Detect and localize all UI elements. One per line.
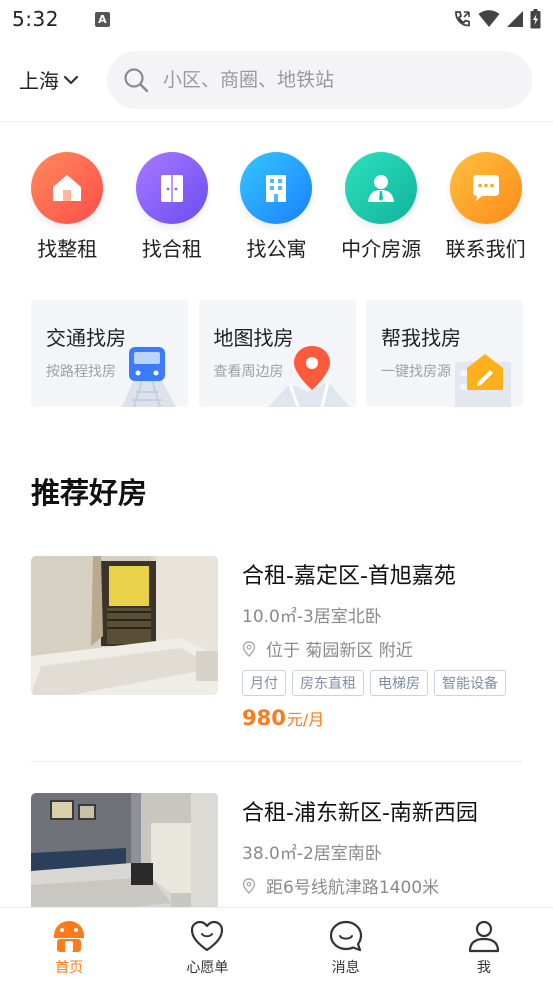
- search-bar[interactable]: [107, 50, 532, 109]
- status-bar: 5:32 A: [0, 0, 553, 38]
- location-pin-icon: [242, 640, 256, 657]
- section-title: 推荐好房: [31, 476, 148, 510]
- listing-spec: 10.0㎡-3居室北卧: [242, 607, 382, 627]
- door-icon: [135, 152, 208, 224]
- nav-label: 消息: [331, 960, 360, 976]
- nav-messages[interactable]: 消息: [277, 908, 415, 984]
- listing-tag: 月付: [242, 670, 286, 696]
- bottom-nav: 首页 心愿单 消息 我: [0, 907, 553, 984]
- category-apartment[interactable]: 找公寓: [224, 152, 329, 262]
- find-by-map-card[interactable]: 地图找房 查看周边房: [198, 300, 356, 407]
- signal-icon: [507, 11, 523, 27]
- message-icon: [329, 920, 362, 952]
- find-by-transit-card[interactable]: 交通找房 按路程找房: [31, 300, 188, 407]
- app-notification-icon: A: [94, 11, 110, 27]
- map-pin-icon: [267, 346, 350, 407]
- listing-tag: 电梯房: [370, 670, 428, 696]
- find-cards: 交通找房 按路程找房 地图找房 查看周边房 帮我找房 一键找房源: [31, 300, 523, 407]
- agent-icon: [345, 152, 418, 224]
- train-icon: [122, 347, 176, 407]
- listing-title: 合租-浦东新区-南新西园: [242, 801, 478, 826]
- help-me-find-card[interactable]: 帮我找房 一键找房源: [366, 300, 523, 407]
- city-label: 上海: [19, 69, 59, 93]
- nav-wishlist[interactable]: 心愿单: [138, 908, 276, 984]
- building-icon: [240, 152, 313, 224]
- call-forward-icon: [455, 11, 470, 27]
- listing-location-text: 位于 菊园新区 附近: [266, 641, 413, 661]
- listing-photo: [31, 556, 218, 695]
- listing-location-text: 距6号线航津路1400米: [266, 878, 440, 898]
- listing-tags: 月付 房东直租 电梯房 智能设备: [242, 670, 523, 696]
- price-amount: 980: [242, 706, 286, 730]
- listing-divider: [31, 761, 523, 762]
- heart-icon: [191, 920, 224, 952]
- category-label: 找合租: [141, 237, 202, 261]
- search-icon: [124, 67, 149, 92]
- nav-home[interactable]: 首页: [0, 908, 138, 984]
- category-whole-rent[interactable]: 找整租: [15, 152, 120, 262]
- listing-card[interactable]: 合租-嘉定区-首旭嘉苑 10.0㎡-3居室北卧 位于 菊园新区 附近 月付 房东…: [31, 556, 523, 730]
- nav-label: 我: [476, 960, 491, 976]
- status-time: 5:32: [12, 7, 59, 31]
- status-icons: [452, 9, 541, 29]
- listing-tag: 房东直租: [292, 670, 364, 696]
- category-contact-us[interactable]: 联系我们: [433, 152, 538, 262]
- nav-me[interactable]: 我: [415, 908, 553, 984]
- location-pin-icon: [242, 877, 256, 894]
- nav-label: 心愿单: [186, 960, 229, 976]
- category-label: 找整租: [37, 237, 98, 261]
- category-row: 找整租 找合租 找公寓 中介房源 联系我们: [15, 152, 538, 262]
- listing-title: 合租-嘉定区-首旭嘉苑: [242, 564, 456, 589]
- listing-price: 980 元/月: [242, 706, 523, 730]
- city-selector[interactable]: 上海: [19, 65, 99, 94]
- listing-location: 位于 菊园新区 附近: [242, 636, 523, 661]
- category-label: 找公寓: [246, 237, 307, 261]
- listing-location: 距6号线航津路1400米: [242, 873, 523, 898]
- search-input[interactable]: [163, 68, 493, 91]
- category-label: 中介房源: [341, 237, 422, 261]
- listing-spec: 38.0㎡-2居室南卧: [242, 844, 382, 864]
- user-icon: [468, 920, 499, 953]
- category-label: 联系我们: [445, 237, 526, 261]
- listing-info: 合租-嘉定区-首旭嘉苑 10.0㎡-3居室北卧 位于 菊园新区 附近 月付 房东…: [242, 556, 523, 730]
- price-unit: 元/月: [286, 710, 325, 729]
- category-agent-listings[interactable]: 中介房源: [329, 152, 434, 262]
- edit-house-icon: [455, 354, 511, 407]
- home-icon: [54, 921, 85, 952]
- nav-label: 首页: [55, 960, 84, 976]
- battery-icon: [530, 9, 541, 29]
- search-header: 上海: [0, 38, 553, 122]
- chat-bubble-icon: [449, 152, 522, 224]
- wifi-icon: [478, 10, 500, 27]
- listing-tag: 智能设备: [434, 670, 506, 696]
- chevron-down-icon: [63, 75, 79, 84]
- category-shared-rent[interactable]: 找合租: [120, 152, 225, 262]
- house-icon: [31, 152, 104, 224]
